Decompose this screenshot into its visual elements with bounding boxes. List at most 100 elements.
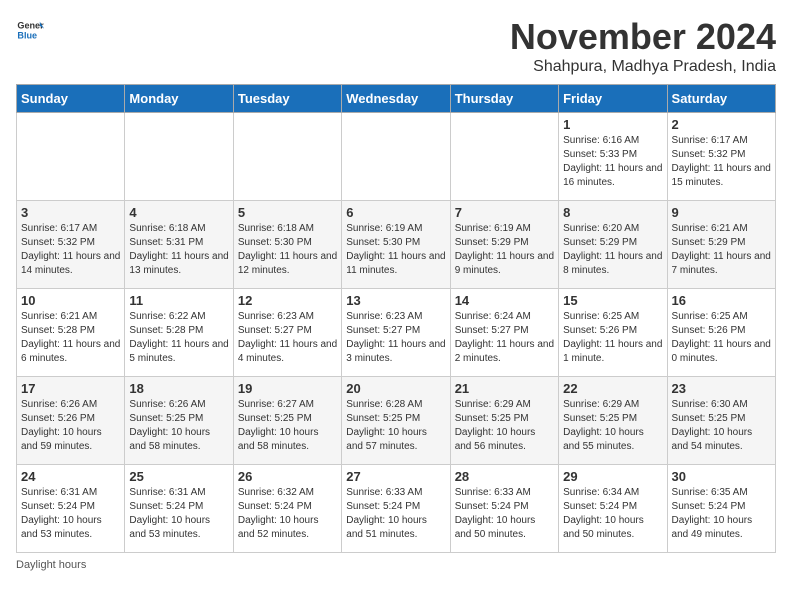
day-info: Sunrise: 6:18 AM Sunset: 5:30 PM Dayligh… — [238, 222, 337, 278]
calendar-cell: 17Sunrise: 6:26 AM Sunset: 5:26 PM Dayli… — [17, 377, 125, 465]
calendar-cell: 30 Sunrise: 6:35 AM Sunset: 5:24 PM Dayli… — [667, 465, 775, 553]
title-area: November 2024 Shahpura, Madhya Pradesh, … — [510, 16, 776, 76]
day-info: Sunrise: 6:25 AM Sunset: 5:26 PM Dayligh… — [563, 310, 662, 366]
calendar-cell — [342, 113, 450, 201]
logo-icon: General Blue — [16, 16, 44, 44]
day-info: Sunrise: 6:16 AM Sunset: 5:33 PM Dayligh… — [563, 134, 662, 190]
calendar-cell: 3 Sunrise: 6:17 AM Sunset: 5:32 PM Daylig… — [17, 201, 125, 289]
calendar-week-row: 24 Sunrise: 6:31 AM Sunset: 5:24 PM Dayli… — [17, 465, 776, 553]
day-number: 22 — [563, 381, 662, 396]
col-header-monday: Monday — [125, 85, 233, 113]
calendar-cell: 29 Sunrise: 6:34 AM Sunset: 5:24 PM Dayli… — [559, 465, 667, 553]
day-number: 10 — [21, 293, 120, 308]
location-title: Shahpura, Madhya Pradesh, India — [510, 58, 776, 76]
day-number: 21 — [455, 381, 554, 396]
day-number: 5 — [238, 205, 337, 220]
day-number: 16 — [672, 293, 771, 308]
calendar-cell: 23Sunrise: 6:30 AM Sunset: 5:25 PM Dayli… — [667, 377, 775, 465]
day-number: 7 — [455, 205, 554, 220]
calendar-cell: 6 Sunrise: 6:19 AM Sunset: 5:30 PM Daylig… — [342, 201, 450, 289]
day-info: Sunrise: 6:21 AM Sunset: 5:28 PM Dayligh… — [21, 310, 120, 366]
calendar-cell: 9Sunrise: 6:21 AM Sunset: 5:29 PM Daylig… — [667, 201, 775, 289]
header: General Blue November 2024 Shahpura, Mad… — [16, 16, 776, 76]
calendar-cell — [450, 113, 558, 201]
day-info: Sunrise: 6:25 AM Sunset: 5:26 PM Dayligh… — [672, 310, 771, 366]
day-info: Sunrise: 6:24 AM Sunset: 5:27 PM Dayligh… — [455, 310, 554, 366]
calendar-week-row: 1Sunrise: 6:16 AM Sunset: 5:33 PM Daylig… — [17, 113, 776, 201]
day-info: Sunrise: 6:28 AM Sunset: 5:25 PM Dayligh… — [346, 398, 445, 454]
calendar-week-row: 10 Sunrise: 6:21 AM Sunset: 5:28 PM Dayli… — [17, 289, 776, 377]
day-info: Sunrise: 6:17 AM Sunset: 5:32 PM Dayligh… — [672, 134, 771, 190]
day-info: Sunrise: 6:35 AM Sunset: 5:24 PM Dayligh… — [672, 486, 771, 542]
day-info: Sunrise: 6:26 AM Sunset: 5:26 PM Dayligh… — [21, 398, 120, 454]
calendar-cell: 24Sunrise: 6:31 AM Sunset: 5:24 PM Dayli… — [17, 465, 125, 553]
day-info: Sunrise: 6:29 AM Sunset: 5:25 PM Dayligh… — [563, 398, 662, 454]
day-info: Sunrise: 6:29 AM Sunset: 5:25 PM Dayligh… — [455, 398, 554, 454]
day-info: Sunrise: 6:34 AM Sunset: 5:24 PM Dayligh… — [563, 486, 662, 542]
col-header-sunday: Sunday — [17, 85, 125, 113]
logo: General Blue — [16, 16, 44, 44]
calendar-cell — [125, 113, 233, 201]
day-number: 28 — [455, 469, 554, 484]
calendar-cell: 15 Sunrise: 6:25 AM Sunset: 5:26 PM Dayli… — [559, 289, 667, 377]
day-number: 8 — [563, 205, 662, 220]
calendar-cell: 20Sunrise: 6:28 AM Sunset: 5:25 PM Dayli… — [342, 377, 450, 465]
calendar-cell: 26 Sunrise: 6:32 AM Sunset: 5:24 PM Dayli… — [233, 465, 341, 553]
col-header-saturday: Saturday — [667, 85, 775, 113]
calendar-cell: 5 Sunrise: 6:18 AM Sunset: 5:30 PM Daylig… — [233, 201, 341, 289]
day-info: Sunrise: 6:18 AM Sunset: 5:31 PM Dayligh… — [129, 222, 228, 278]
calendar-cell: 21 Sunrise: 6:29 AM Sunset: 5:25 PM Dayli… — [450, 377, 558, 465]
day-info: Sunrise: 6:33 AM Sunset: 5:24 PM Dayligh… — [346, 486, 445, 542]
calendar-cell: 22 Sunrise: 6:29 AM Sunset: 5:25 PM Dayli… — [559, 377, 667, 465]
calendar-cell: 27 Sunrise: 6:33 AM Sunset: 5:24 PM Dayli… — [342, 465, 450, 553]
calendar-cell: 25 Sunrise: 6:31 AM Sunset: 5:24 PM Dayli… — [125, 465, 233, 553]
calendar-cell: 28 Sunrise: 6:33 AM Sunset: 5:24 PM Dayli… — [450, 465, 558, 553]
calendar-cell: 7 Sunrise: 6:19 AM Sunset: 5:29 PM Daylig… — [450, 201, 558, 289]
day-info: Sunrise: 6:19 AM Sunset: 5:29 PM Dayligh… — [455, 222, 554, 278]
svg-text:Blue: Blue — [17, 30, 37, 40]
day-info: Sunrise: 6:22 AM Sunset: 5:28 PM Dayligh… — [129, 310, 228, 366]
day-number: 3 — [21, 205, 120, 220]
calendar-cell: 13Sunrise: 6:23 AM Sunset: 5:27 PM Dayli… — [342, 289, 450, 377]
col-header-thursday: Thursday — [450, 85, 558, 113]
day-number: 29 — [563, 469, 662, 484]
col-header-friday: Friday — [559, 85, 667, 113]
day-number: 27 — [346, 469, 445, 484]
day-info: Sunrise: 6:33 AM Sunset: 5:24 PM Dayligh… — [455, 486, 554, 542]
calendar-cell: 10 Sunrise: 6:21 AM Sunset: 5:28 PM Dayli… — [17, 289, 125, 377]
calendar-cell — [233, 113, 341, 201]
col-header-wednesday: Wednesday — [342, 85, 450, 113]
day-number: 4 — [129, 205, 228, 220]
day-number: 11 — [129, 293, 228, 308]
calendar-week-row: 3 Sunrise: 6:17 AM Sunset: 5:32 PM Daylig… — [17, 201, 776, 289]
day-number: 12 — [238, 293, 337, 308]
day-number: 15 — [563, 293, 662, 308]
calendar-cell: 19Sunrise: 6:27 AM Sunset: 5:25 PM Dayli… — [233, 377, 341, 465]
calendar-cell: 8Sunrise: 6:20 AM Sunset: 5:29 PM Daylig… — [559, 201, 667, 289]
day-info: Sunrise: 6:23 AM Sunset: 5:27 PM Dayligh… — [238, 310, 337, 366]
day-number: 19 — [238, 381, 337, 396]
day-number: 18 — [129, 381, 228, 396]
calendar-header-row: SundayMondayTuesdayWednesdayThursdayFrid… — [17, 85, 776, 113]
calendar-table: SundayMondayTuesdayWednesdayThursdayFrid… — [16, 84, 776, 553]
day-info: Sunrise: 6:30 AM Sunset: 5:25 PM Dayligh… — [672, 398, 771, 454]
calendar-cell: 11 Sunrise: 6:22 AM Sunset: 5:28 PM Dayli… — [125, 289, 233, 377]
day-info: Sunrise: 6:32 AM Sunset: 5:24 PM Dayligh… — [238, 486, 337, 542]
day-number: 24 — [21, 469, 120, 484]
calendar-cell: 2 Sunrise: 6:17 AM Sunset: 5:32 PM Daylig… — [667, 113, 775, 201]
day-number: 30 — [672, 469, 771, 484]
calendar-week-row: 17Sunrise: 6:26 AM Sunset: 5:26 PM Dayli… — [17, 377, 776, 465]
day-info: Sunrise: 6:19 AM Sunset: 5:30 PM Dayligh… — [346, 222, 445, 278]
day-info: Sunrise: 6:21 AM Sunset: 5:29 PM Dayligh… — [672, 222, 771, 278]
day-number: 26 — [238, 469, 337, 484]
day-info: Sunrise: 6:17 AM Sunset: 5:32 PM Dayligh… — [21, 222, 120, 278]
day-info: Sunrise: 6:26 AM Sunset: 5:25 PM Dayligh… — [129, 398, 228, 454]
day-number: 2 — [672, 117, 771, 132]
day-info: Sunrise: 6:31 AM Sunset: 5:24 PM Dayligh… — [129, 486, 228, 542]
day-number: 6 — [346, 205, 445, 220]
month-title: November 2024 — [510, 16, 776, 58]
day-info: Sunrise: 6:23 AM Sunset: 5:27 PM Dayligh… — [346, 310, 445, 366]
calendar-cell: 1Sunrise: 6:16 AM Sunset: 5:33 PM Daylig… — [559, 113, 667, 201]
day-number: 25 — [129, 469, 228, 484]
calendar-cell — [17, 113, 125, 201]
